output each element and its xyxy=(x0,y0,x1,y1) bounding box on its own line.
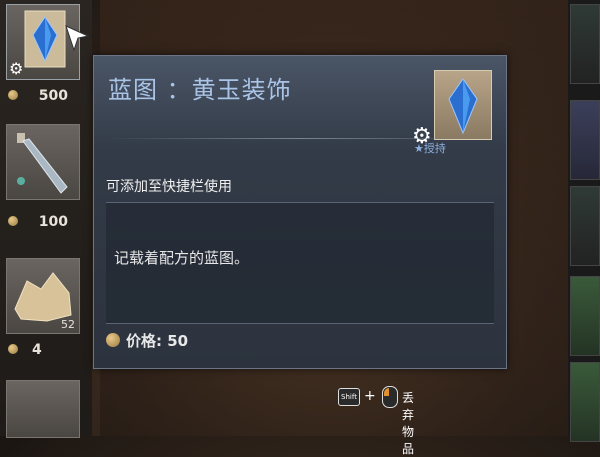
blueprint-icon xyxy=(434,70,492,140)
inventory-slot[interactable] xyxy=(570,276,600,356)
inventory-slot[interactable] xyxy=(570,362,600,442)
item-quantity: 52 xyxy=(61,318,75,331)
divider xyxy=(106,138,492,139)
coin-icon xyxy=(106,333,120,347)
slot-price: 4 xyxy=(6,340,86,360)
inventory-slot[interactable] xyxy=(570,4,600,84)
drop-item-label: 丢弃物品 xyxy=(402,391,415,456)
cursor-icon xyxy=(65,25,90,52)
coin-icon xyxy=(8,216,18,226)
inventory-slot-empty[interactable] xyxy=(6,380,80,438)
mouse-icon xyxy=(382,386,398,408)
tooltip-description: 记载着配方的蓝图。 xyxy=(114,249,250,267)
tooltip-title: 蓝图 ：黄玉装饰 xyxy=(108,76,292,104)
inventory-slot[interactable] xyxy=(570,100,600,180)
bottle-icon xyxy=(17,133,68,194)
price-label: 价格: 50 xyxy=(126,332,189,350)
gear-icon: ⚙ xyxy=(9,59,24,78)
inventory-slot[interactable] xyxy=(570,186,600,266)
shift-key-icon: Shift xyxy=(338,388,360,406)
item-tooltip: 蓝图 ：黄玉装饰 ⚙ ★授持 可添加至快捷栏使用 记载着配方的蓝图。 价格: 5… xyxy=(93,55,507,369)
slot-price: 100 xyxy=(6,212,86,232)
plus-icon: + xyxy=(364,388,376,404)
inventory-slot-bottle[interactable] xyxy=(6,124,80,200)
coin-icon xyxy=(8,90,18,100)
tooltip-price: 价格: 50 xyxy=(106,330,188,351)
tooltip-sub-label: ★授持 xyxy=(414,142,446,155)
description-box: 记载着配方的蓝图。 xyxy=(106,202,494,324)
coin-icon xyxy=(8,344,18,354)
right-inventory-column xyxy=(568,0,600,442)
inventory-column: ⚙ 500 100 52 4 xyxy=(0,0,92,438)
tooltip-usage: 可添加至快捷栏使用 xyxy=(106,179,232,195)
inventory-slot-ore[interactable]: 52 xyxy=(6,258,80,334)
slot-price: 500 xyxy=(6,86,86,106)
